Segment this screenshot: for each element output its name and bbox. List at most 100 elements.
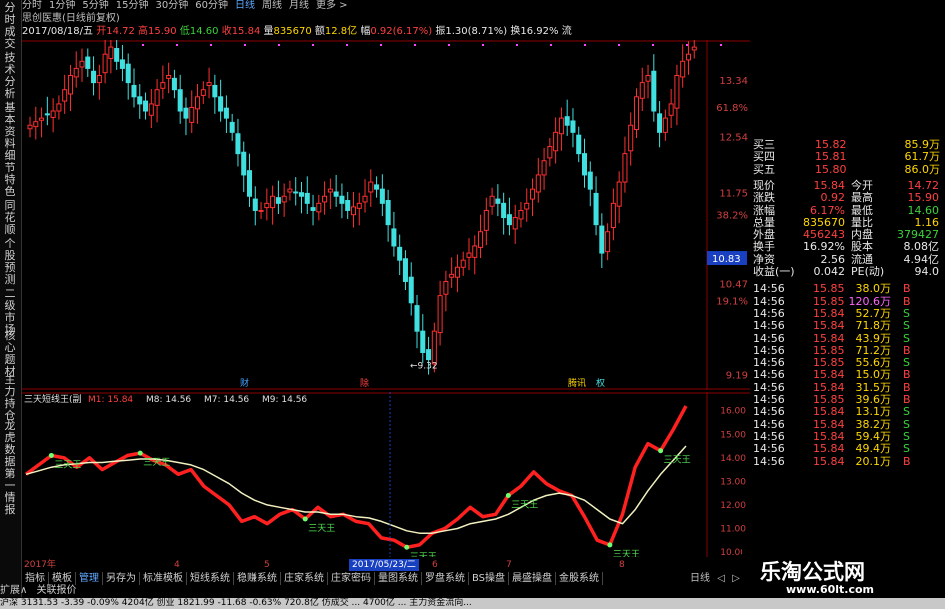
signal-dot: [516, 44, 518, 46]
bottom-tab[interactable]: 标准模板: [140, 572, 187, 585]
stat-value: 14.72: [907, 178, 940, 192]
tick-time: 14:56: [753, 356, 785, 370]
info-amp: 1.30(8.71%): [445, 26, 508, 37]
tab-period[interactable]: 5分钟: [82, 0, 108, 11]
bottom-tab[interactable]: 模板: [49, 572, 76, 585]
tab-period[interactable]: 30分钟: [155, 0, 188, 11]
expand-button[interactable]: 扩展∧: [0, 585, 27, 596]
tick-price: 15.84: [813, 368, 845, 382]
bottom-tab[interactable]: 管理: [76, 572, 103, 585]
stat-row: 总量 835670 量比 1.16: [751, 216, 941, 229]
signal-dot: [607, 542, 613, 548]
info-amt: 12.8亿: [324, 26, 358, 37]
bottom-tab[interactable]: 庄家密码: [328, 572, 375, 585]
tick-time: 14:56: [753, 405, 785, 419]
left-tab[interactable]: 个股预测: [3, 238, 17, 286]
tab-period[interactable]: 月线: [289, 0, 309, 11]
tab-period[interactable]: 1分钟: [49, 0, 75, 11]
info-high-label: 高: [138, 26, 149, 37]
left-tab[interactable]: 主力持仓: [3, 374, 17, 422]
stat-value: 0.042: [813, 265, 846, 278]
candle: [119, 59, 125, 69]
candle: [293, 191, 299, 194]
signal-dot: [652, 44, 654, 46]
tick-time: 14:56: [753, 380, 785, 394]
candle: [131, 84, 137, 98]
left-tab[interactable]: 细节特色: [3, 150, 17, 198]
bottom-tab[interactable]: 指标: [22, 572, 49, 585]
candle: [651, 70, 657, 112]
candle: [270, 195, 276, 209]
pct-tick-label: 19.1%: [716, 297, 748, 308]
candle: [229, 121, 235, 133]
left-tab[interactable]: 第一情报: [3, 468, 17, 516]
candle: [171, 77, 177, 91]
event-mark: 腾讯: [568, 377, 586, 389]
tick-volume: 59.4万: [855, 429, 892, 443]
indicator-m7: M7: 14.56: [204, 395, 249, 405]
tick-direction: B: [903, 454, 911, 468]
bottom-tab[interactable]: 另存为: [103, 572, 140, 585]
bottom-tab[interactable]: 短线系统: [187, 572, 234, 585]
candle: [668, 103, 674, 116]
candle: [593, 192, 599, 226]
tick-time: 14:56: [753, 417, 785, 431]
left-tab[interactable]: 分时成交: [3, 2, 17, 50]
candle: [414, 305, 420, 332]
tick-row: 14:56 15.85 38.0万 B: [751, 282, 941, 295]
tick-price: 15.84: [813, 454, 845, 468]
left-tab[interactable]: 同花顺: [3, 200, 17, 236]
bottom-tab[interactable]: 稳赚系统: [234, 572, 281, 585]
tab-period[interactable]: 60分钟: [195, 0, 228, 11]
tick-volume: 52.7万: [855, 306, 892, 320]
prev-icon[interactable]: ◁: [717, 573, 725, 584]
next-icon[interactable]: ▷: [732, 573, 740, 584]
candle: [530, 188, 536, 200]
event-mark: 权: [596, 377, 605, 389]
tick-price: 15.84: [813, 380, 845, 394]
tab-daily[interactable]: 日线: [690, 573, 710, 584]
tick-volume: 43.9万: [855, 331, 892, 345]
stat-label: 涨幅: [753, 203, 775, 217]
info-close: 15.84: [231, 26, 261, 37]
bottom-tab[interactable]: 庄家系统: [281, 572, 328, 585]
candlestick-chart[interactable]: 13.34 12.54 11.75 10.47 9.19 61.8% 38.2% 19.1% 1…: [22, 40, 750, 390]
candle: [350, 206, 356, 216]
tab-period[interactable]: 分时: [22, 0, 42, 11]
bottom-tab[interactable]: BS操盘: [469, 572, 510, 585]
bottom-tab[interactable]: 金股系统: [556, 572, 604, 585]
date-month-5: 5: [264, 560, 270, 570]
indicator-chart[interactable]: 三天短线王(副 M1: 15.84 M8: 14.56 M7: 14.56 M9: 14…: [22, 392, 750, 557]
bottom-tab[interactable]: 晨盛操盘: [509, 572, 557, 585]
tick-time: 14:56: [753, 282, 785, 296]
tick-row: 14:56 15.85 71.2万 B: [751, 344, 941, 357]
left-toolbar: 分时成交 技术分析 基本资料 细节特色 同花顺 个股预测 二级市场 核心题材 主力持仓 龙虎数据第…: [0, 0, 22, 597]
tab-period[interactable]: 日线: [235, 0, 255, 11]
ask-row: 买四 15.81 61.7万: [751, 150, 941, 163]
candle: [408, 276, 414, 304]
candle: [622, 153, 628, 183]
bottom-tab[interactable]: 量图系统: [375, 572, 422, 585]
stat-value: 0.92: [820, 191, 846, 205]
tick-price: 15.85: [813, 356, 845, 370]
candle: [587, 171, 593, 190]
indicator-m1: M1: 15.84: [88, 395, 133, 405]
tab-period[interactable]: 15分钟: [116, 0, 149, 11]
candle: [310, 207, 316, 211]
signal-dot: [137, 450, 143, 456]
ask-label: 买五: [753, 162, 775, 176]
left-tab[interactable]: 技术分析: [3, 52, 17, 100]
candle: [206, 82, 212, 86]
left-tab[interactable]: 龙虎数据: [3, 420, 17, 468]
left-tab[interactable]: 核心题材: [3, 330, 17, 378]
candle: [512, 217, 518, 230]
stat-label: 收益(一): [753, 265, 795, 278]
tab-period[interactable]: 周线: [262, 0, 282, 11]
left-tab[interactable]: 基本资料: [3, 102, 17, 150]
candle: [570, 120, 576, 133]
bottom-tab[interactable]: 罗盘系统: [422, 572, 469, 585]
candle: [402, 258, 408, 282]
stat-label: 净资: [753, 252, 775, 266]
tab-period[interactable]: 更多 >: [316, 0, 348, 11]
related-quote-button[interactable]: 关联报价: [37, 585, 77, 596]
